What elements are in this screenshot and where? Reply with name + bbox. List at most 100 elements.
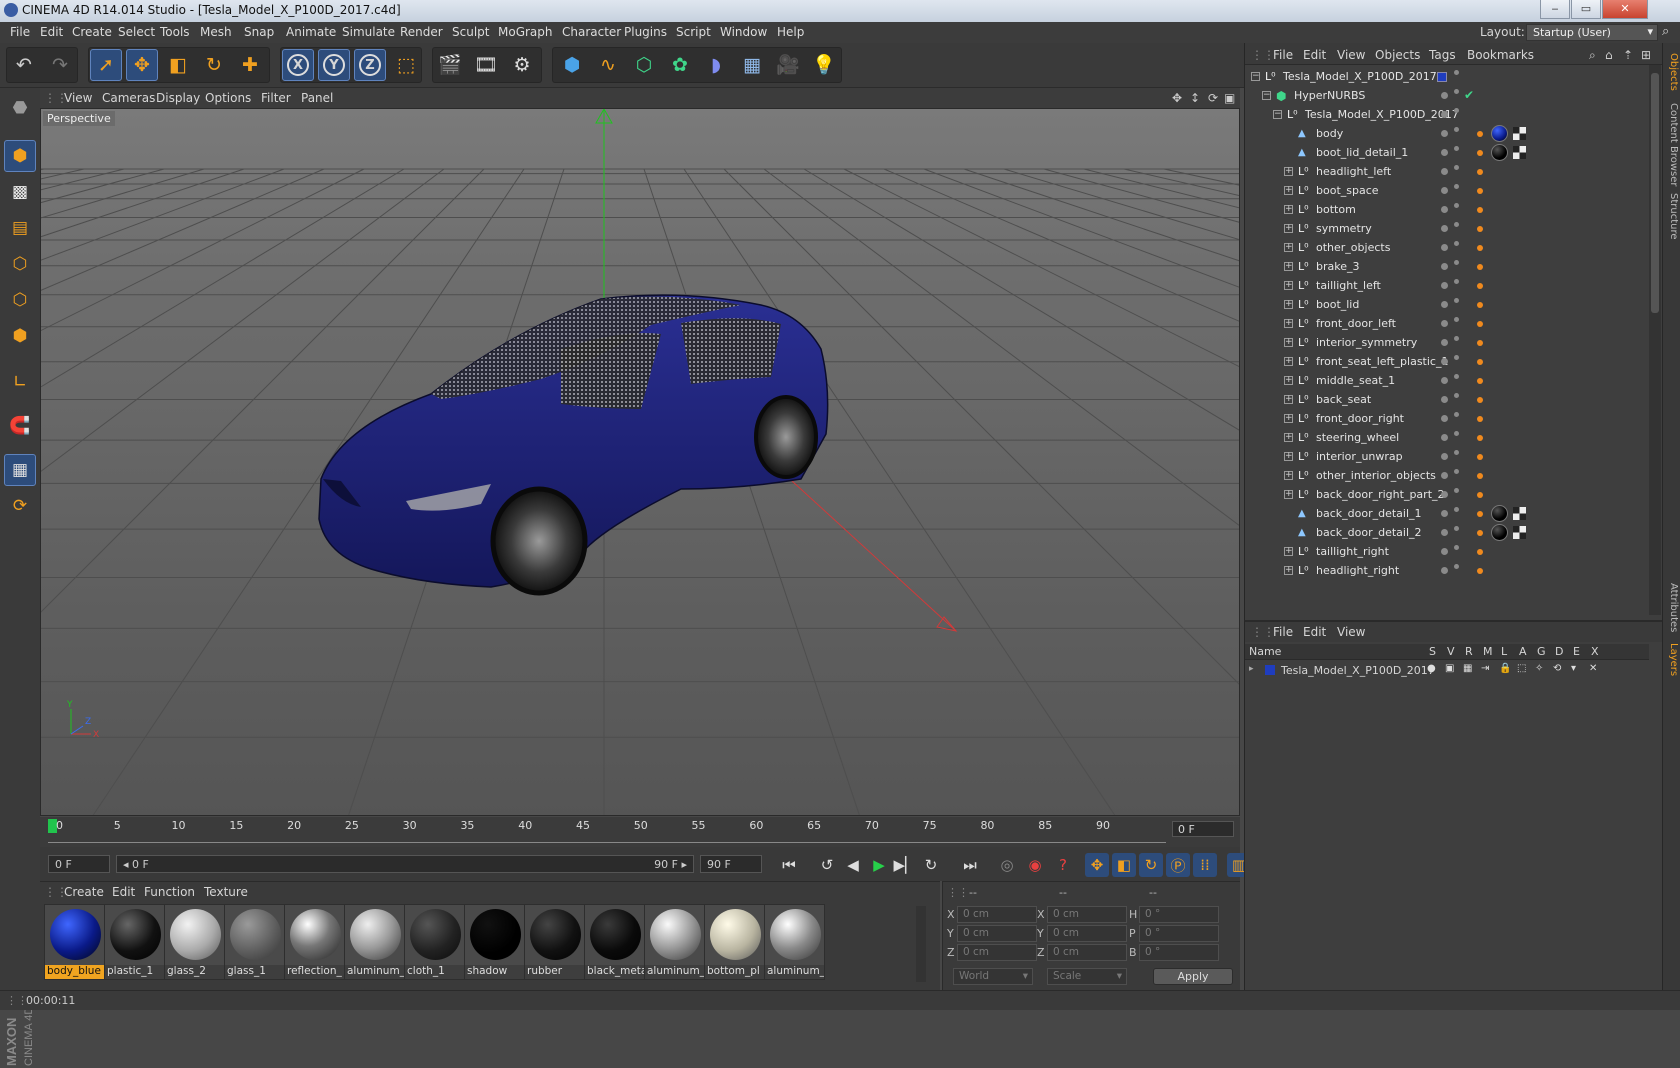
expand-icon[interactable]: + <box>1284 338 1293 347</box>
render-visibility-dot[interactable] <box>1454 146 1459 151</box>
object-name[interactable]: Tesla_Model_X_P100D_2017 <box>1283 70 1437 83</box>
visible-icon[interactable]: ▣ <box>1445 663 1454 674</box>
menu-plugins[interactable]: Plugins <box>624 25 667 39</box>
object-row[interactable]: + L⁰ headlight_left <box>1245 162 1649 182</box>
add-icon[interactable]: ✚ <box>234 49 266 81</box>
menu-tools[interactable]: Tools <box>160 25 190 39</box>
phong-tag-icon[interactable] <box>1477 169 1483 175</box>
object-name[interactable]: bottom <box>1316 203 1356 216</box>
material-swatch[interactable]: aluminum_ <box>344 904 405 980</box>
z-axis-icon[interactable]: Z <box>354 49 386 81</box>
expand-icon[interactable]: + <box>1284 566 1293 575</box>
object-name[interactable]: front_seat_left_plastic_1 <box>1316 355 1448 368</box>
material-menu-function[interactable]: Function <box>144 885 195 899</box>
editor-visibility-dot[interactable] <box>1441 206 1448 213</box>
render-visibility-dot[interactable] <box>1454 545 1459 550</box>
object-name[interactable]: boot_lid <box>1316 298 1359 311</box>
editor-visibility-dot[interactable] <box>1441 396 1448 403</box>
phong-tag-icon[interactable] <box>1477 492 1483 498</box>
coord-size-field[interactable]: 0 cm <box>1047 925 1127 942</box>
expand-icon[interactable]: + <box>1284 262 1293 271</box>
uvw-tag-icon[interactable] <box>1513 526 1526 539</box>
layer-column-s[interactable]: S <box>1429 645 1436 658</box>
nurbs-icon[interactable]: ⬡ <box>628 49 660 81</box>
editor-visibility-dot[interactable] <box>1441 358 1448 365</box>
tab-content-browser[interactable]: Content Browser <box>1665 103 1679 186</box>
minimize-button[interactable]: ‒ <box>1540 0 1570 19</box>
rotate-view-icon[interactable]: ⟳ <box>1208 91 1218 105</box>
object-name[interactable]: steering_wheel <box>1316 431 1399 444</box>
render-picture-viewer-icon[interactable]: 🎞 <box>470 49 502 81</box>
material-swatch[interactable]: glass_1 <box>224 904 285 980</box>
undo-icon[interactable]: ↶ <box>8 49 40 81</box>
grid-snap-icon[interactable]: ▦ <box>4 454 36 486</box>
object-name[interactable]: boot_space <box>1316 184 1379 197</box>
object-row[interactable]: + L⁰ interior_unwrap <box>1245 447 1649 467</box>
editor-visibility-dot[interactable] <box>1441 92 1448 99</box>
enable-snap-icon[interactable]: ⟳ <box>4 490 36 522</box>
object-row[interactable]: + L⁰ other_objects <box>1245 238 1649 258</box>
coord-size-field[interactable]: 0 cm <box>1047 906 1127 923</box>
object-name[interactable]: back_door_detail_1 <box>1316 507 1422 520</box>
object-name[interactable]: headlight_right <box>1316 564 1399 577</box>
material-swatch[interactable]: body_blue <box>44 904 105 980</box>
home-icon[interactable]: ⌂ <box>1605 48 1613 62</box>
material-tag-icon[interactable] <box>1491 505 1508 522</box>
object-row[interactable]: − ⬢ HyperNURBS ✔ <box>1245 86 1649 106</box>
material-swatch[interactable]: rubber <box>524 904 585 980</box>
render-visibility-dot[interactable] <box>1454 89 1459 94</box>
object-row[interactable]: + L⁰ taillight_left <box>1245 276 1649 296</box>
viewport-menu-options[interactable]: Options <box>205 91 251 105</box>
object-row[interactable]: + L⁰ back_door_right_part_2 <box>1245 485 1649 505</box>
object-row[interactable]: + L⁰ brake_3 <box>1245 257 1649 277</box>
object-row[interactable]: + L⁰ taillight_right <box>1245 542 1649 562</box>
object-name[interactable]: other_objects <box>1316 241 1390 254</box>
object-menu-edit[interactable]: Edit <box>1303 48 1326 62</box>
menu-script[interactable]: Script <box>676 25 711 39</box>
material-scrollbar[interactable] <box>916 906 926 982</box>
render-visibility-dot[interactable] <box>1454 70 1459 75</box>
menu-create[interactable]: Create <box>72 25 112 39</box>
phong-tag-icon[interactable] <box>1477 511 1483 517</box>
layer-menu-edit[interactable]: Edit <box>1303 625 1326 639</box>
editor-visibility-dot[interactable] <box>1441 111 1448 118</box>
key-rotation-icon[interactable]: ↻ <box>1139 853 1163 877</box>
viewport-menu-cameras[interactable]: Cameras <box>102 91 155 105</box>
x-axis-icon[interactable]: X <box>282 49 314 81</box>
layer-name[interactable]: Tesla_Model_X_P100D_2017 <box>1281 664 1435 677</box>
next-keyframe-icon[interactable]: ↻ <box>919 853 943 877</box>
live-selection-icon[interactable]: ➚ <box>90 49 122 81</box>
array-icon[interactable]: ✿ <box>664 49 696 81</box>
redo-icon[interactable]: ↷ <box>44 49 76 81</box>
object-name[interactable]: Tesla_Model_X_P100D_2017 <box>1305 108 1459 121</box>
object-name[interactable]: middle_seat_1 <box>1316 374 1395 387</box>
object-row[interactable]: + L⁰ symmetry <box>1245 219 1649 239</box>
phong-tag-icon[interactable] <box>1477 473 1483 479</box>
expand-icon[interactable]: + <box>1284 414 1293 423</box>
object-row[interactable]: − L⁰ Tesla_Model_X_P100D_2017 <box>1245 105 1649 125</box>
coord-position-field[interactable]: 0 cm <box>957 906 1037 923</box>
coord-rotation-field[interactable]: 0 ° <box>1139 944 1219 961</box>
render-visibility-dot[interactable] <box>1454 203 1459 208</box>
search-icon[interactable]: ⌕ <box>1589 48 1596 63</box>
object-scrollbar-thumb[interactable] <box>1651 73 1659 313</box>
timeline-ruler[interactable]: 0 5 10 15 20 25 30 35 40 45 50 55 60 65 70 75 80 85 90 0 F <box>40 817 1240 847</box>
viewport-menu-panel[interactable]: Panel <box>301 91 333 105</box>
tab-objects[interactable]: Objects <box>1665 53 1679 91</box>
editor-visibility-dot[interactable] <box>1441 434 1448 441</box>
material-swatch[interactable]: plastic_1 <box>104 904 165 980</box>
editor-visibility-dot[interactable] <box>1441 320 1448 327</box>
end-frame-field[interactable]: 90 F <box>700 855 762 873</box>
menu-select[interactable]: Select <box>118 25 155 39</box>
render-visibility-dot[interactable] <box>1454 317 1459 322</box>
object-row[interactable]: + L⁰ front_door_right <box>1245 409 1649 429</box>
object-scrollbar[interactable] <box>1649 65 1661 615</box>
editor-visibility-dot[interactable] <box>1441 491 1448 498</box>
render-visibility-dot[interactable] <box>1454 412 1459 417</box>
phong-tag-icon[interactable] <box>1477 340 1483 346</box>
move-icon[interactable]: ✥ <box>126 49 158 81</box>
phong-tag-icon[interactable] <box>1477 378 1483 384</box>
object-name[interactable]: HyperNURBS <box>1294 89 1365 102</box>
editor-visibility-dot[interactable] <box>1441 453 1448 460</box>
edges-mode-icon[interactable]: ⬡ <box>4 284 36 316</box>
